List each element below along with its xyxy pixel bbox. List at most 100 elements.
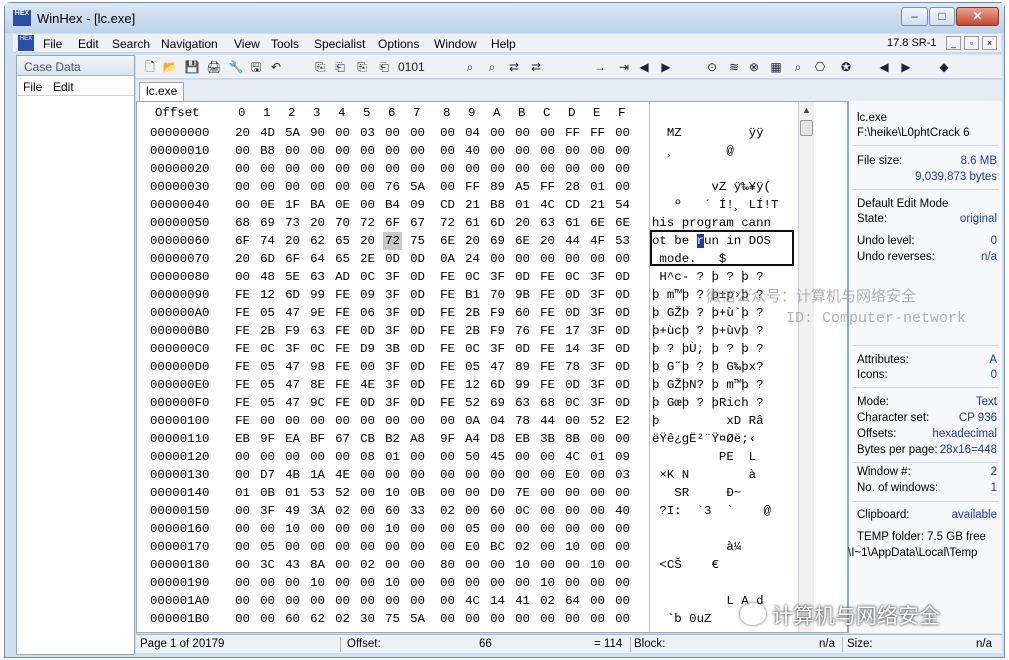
hex-byte[interactable]: FE [438, 376, 457, 394]
hex-byte[interactable]: 00 [513, 142, 532, 160]
hex-byte[interactable]: 4C [538, 196, 557, 214]
hex-byte[interactable]: 17 [563, 322, 582, 340]
hex-byte[interactable]: F9 [488, 322, 507, 340]
hex-byte[interactable]: 00 [563, 412, 582, 430]
hex-byte[interactable]: 00 [438, 466, 457, 484]
hex-byte[interactable]: 00 [563, 520, 582, 538]
hex-byte[interactable]: D8 [488, 430, 507, 448]
text-row[interactable] [652, 160, 798, 178]
hex-byte[interactable]: 00 [488, 610, 507, 628]
hex-byte[interactable]: 00 [308, 520, 327, 538]
hex-byte[interactable]: 0D [408, 304, 427, 322]
hex-byte[interactable]: 10 [383, 520, 402, 538]
hex-byte[interactable]: 20 [283, 232, 302, 250]
hex-byte[interactable]: 0D [613, 268, 632, 286]
hex-byte[interactable]: 60 [383, 502, 402, 520]
hex-byte[interactable]: 00 [383, 538, 402, 556]
hex-byte[interactable]: 00 [408, 466, 427, 484]
hex-byte[interactable]: 60 [283, 610, 302, 628]
hex-byte[interactable]: FE [233, 304, 252, 322]
replace-hex-icon[interactable]: ⇄ [528, 59, 544, 75]
hex-row[interactable]: 000000E0 FE 05 47 8E FE 4E 3F 0D FE 12 6D 99 FE 0D 3F 0D [137, 376, 647, 394]
hex-byte[interactable]: 00 [358, 466, 377, 484]
hex-byte[interactable]: 10 [563, 538, 582, 556]
hex-byte[interactable]: 14 [488, 592, 507, 610]
hex-byte[interactable]: 05 [258, 394, 277, 412]
hex-byte[interactable]: 0E [333, 196, 352, 214]
hex-byte[interactable]: 00 [308, 448, 327, 466]
hex-byte[interactable]: FF [588, 124, 607, 142]
hex-byte[interactable]: 00 [233, 556, 252, 574]
hex-byte[interactable]: 4E [333, 466, 352, 484]
hex-byte[interactable]: 02 [538, 592, 557, 610]
hex-byte[interactable]: FF [538, 178, 557, 196]
hex-byte[interactable]: 00 [283, 142, 302, 160]
hex-byte[interactable]: 00 [463, 556, 482, 574]
hex-byte[interactable]: 3C [258, 556, 277, 574]
hex-byte[interactable]: 9C [308, 394, 327, 412]
back-icon[interactable]: ◀ [636, 59, 652, 75]
hex-byte[interactable]: CD [563, 196, 582, 214]
hex-byte[interactable]: 00 [438, 610, 457, 628]
gem-icon[interactable]: ◆ [936, 59, 952, 75]
hex-byte[interactable]: EA [283, 430, 302, 448]
hex-byte[interactable]: FE [538, 340, 557, 358]
hex-byte[interactable]: 01 [283, 484, 302, 502]
hex-byte[interactable]: 00 [488, 250, 507, 268]
hex-byte[interactable]: 05 [258, 304, 277, 322]
hex-byte[interactable]: 00 [333, 574, 352, 592]
hex-byte[interactable]: 00 [538, 538, 557, 556]
hex-byte[interactable]: 0C [463, 340, 482, 358]
text-row[interactable]: his program cann [652, 214, 798, 232]
hex-byte[interactable]: EB [513, 430, 532, 448]
hex-byte[interactable]: 03 [358, 124, 377, 142]
forward-icon[interactable]: ▶ [658, 59, 674, 75]
hex-byte[interactable]: 68 [538, 394, 557, 412]
hash-icon[interactable]: ≋ [726, 59, 742, 75]
hex-byte[interactable]: 00 [613, 250, 632, 268]
hex-byte[interactable]: 99 [513, 376, 532, 394]
hex-byte[interactable]: 00 [438, 124, 457, 142]
hex-row[interactable]: 00000000 20 4D 5A 90 00 03 00 00 00 04 00 00 00 FF FF 00 [137, 124, 647, 142]
hex-byte[interactable]: 67 [408, 214, 427, 232]
hex-byte[interactable]: 6E [613, 214, 632, 232]
hex-byte[interactable]: 00 [233, 520, 252, 538]
hex-byte[interactable]: 69 [488, 394, 507, 412]
hex-row[interactable]: 00000080 00 48 5E 63 AD 0C 3F 0D FE 0C 3F 0D FE 0C 3F 0D [137, 268, 647, 286]
hex-byte[interactable]: 00 [488, 124, 507, 142]
document-icon[interactable]: HEX [18, 35, 34, 51]
hex-byte[interactable]: AD [333, 268, 352, 286]
hex-byte[interactable]: 3F [588, 340, 607, 358]
hex-byte[interactable]: 0D [408, 394, 427, 412]
hex-byte[interactable]: 5E [283, 268, 302, 286]
hex-byte[interactable]: 00 [513, 160, 532, 178]
hex-byte[interactable]: B8 [488, 196, 507, 214]
next-icon[interactable]: ▶ [898, 59, 914, 75]
hex-byte[interactable]: 00 [613, 574, 632, 592]
scroll-thumb[interactable] [800, 120, 813, 136]
hex-byte[interactable]: 00 [358, 178, 377, 196]
hex-byte[interactable]: 0D [383, 250, 402, 268]
hex-byte[interactable]: 00 [333, 142, 352, 160]
text-row[interactable]: SR Ð~ [652, 484, 798, 502]
hex-byte[interactable]: FE [233, 322, 252, 340]
hex-byte[interactable]: 33 [408, 502, 427, 520]
hex-byte[interactable]: 63 [513, 394, 532, 412]
hex-byte[interactable]: CD [438, 196, 457, 214]
hex-byte[interactable]: 00 [463, 466, 482, 484]
hex-byte[interactable]: 40 [613, 502, 632, 520]
hex-byte[interactable]: 00 [233, 466, 252, 484]
hex-byte[interactable]: FE [233, 358, 252, 376]
hex-byte[interactable]: 00 [233, 610, 252, 628]
hex-byte[interactable]: 9F [258, 430, 277, 448]
hex-byte[interactable]: 0D [563, 304, 582, 322]
menu-edit[interactable]: Edit [78, 37, 99, 51]
hex-byte[interactable]: 00 [358, 412, 377, 430]
hex-byte[interactable]: 00 [513, 610, 532, 628]
hex-byte[interactable]: 74 [258, 232, 277, 250]
hex-byte[interactable]: 01 [588, 178, 607, 196]
hex-byte[interactable]: 00 [538, 466, 557, 484]
hex-byte[interactable]: BC [488, 538, 507, 556]
hex-byte[interactable]: 09 [613, 448, 632, 466]
hex-byte[interactable]: 3F [488, 340, 507, 358]
